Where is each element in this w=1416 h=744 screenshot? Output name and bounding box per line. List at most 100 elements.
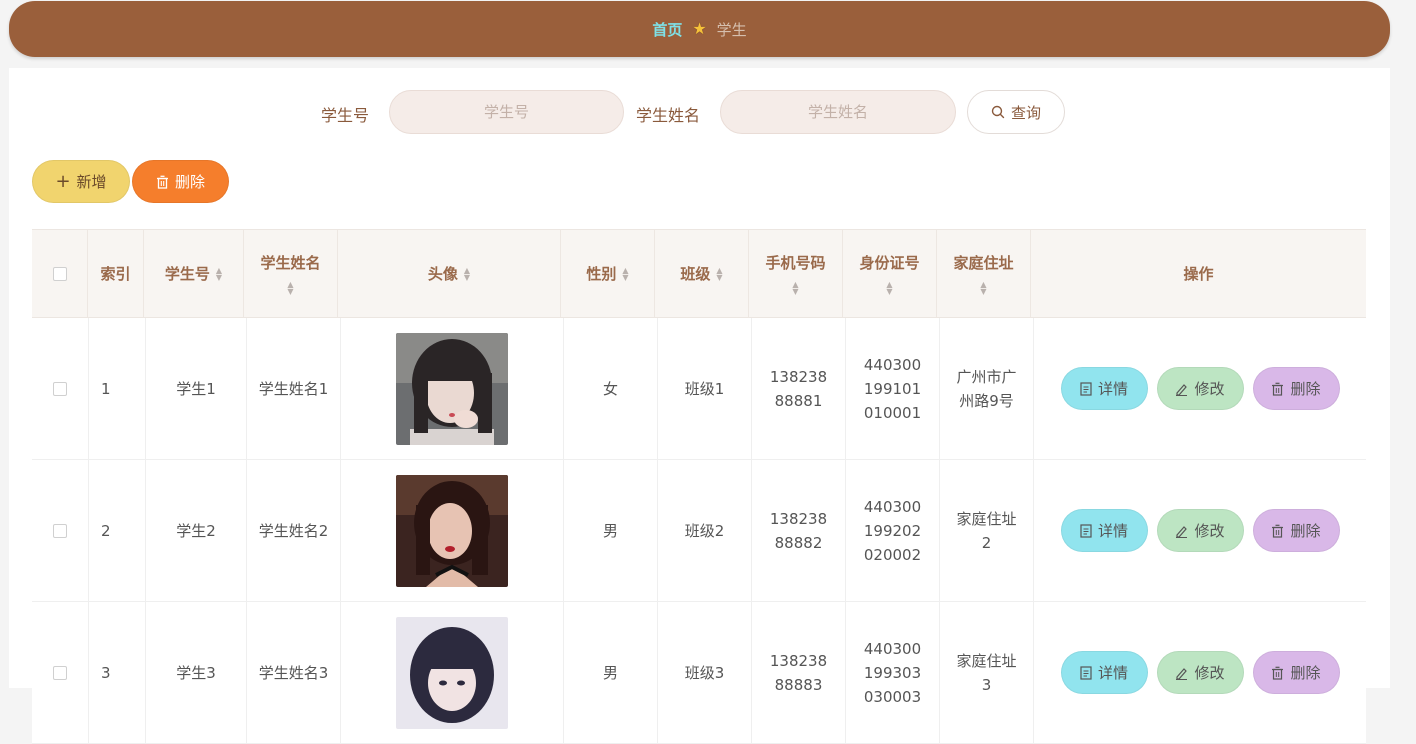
cell-phone: 13823888882	[752, 460, 846, 601]
document-icon	[1080, 523, 1092, 538]
cell-id-card: 440300199202020002	[846, 460, 940, 601]
header-phone-label: 手机号码	[765, 254, 826, 272]
edit-label: 修改	[1194, 663, 1225, 682]
main-panel: 学生号 学生姓名 查询 + 新增 删除	[9, 68, 1390, 744]
student-name-text: 学生姓名2	[258, 521, 329, 540]
header-student-name[interactable]: 学生姓名 ▲ ▼	[244, 230, 338, 317]
edit-button[interactable]: 修改	[1156, 367, 1244, 410]
student-name-input[interactable]	[720, 90, 956, 134]
sort-icon[interactable]: ▲ ▼	[792, 281, 798, 296]
cell-id-card: 440300199303030003	[846, 602, 940, 743]
cell-class: 班级3	[658, 602, 752, 743]
header-index-label: 索引	[100, 265, 131, 283]
detail-button[interactable]: 详情	[1060, 651, 1148, 694]
batch-delete-button[interactable]: 删除	[132, 160, 229, 203]
sort-icon[interactable]: ▲ ▼	[716, 266, 722, 281]
cell-avatar	[341, 318, 564, 459]
header-avatar-label: 头像	[427, 265, 458, 283]
student-no-input[interactable]	[389, 90, 624, 134]
table-row: 1 学生1 学生姓名1 女 班级1 13823888881 4403001991…	[32, 318, 1366, 460]
row-select	[32, 460, 89, 601]
cell-id-card: 440300199101010001	[846, 318, 940, 459]
cell-avatar	[341, 460, 564, 601]
header-gender-label: 性别	[586, 265, 617, 283]
edit-button[interactable]: 修改	[1156, 651, 1244, 694]
cell-address: 广州市广州路9号	[940, 318, 1034, 459]
query-button[interactable]: 查询	[967, 90, 1065, 134]
plus-icon: +	[55, 170, 71, 192]
cell-student-name: 学生姓名2	[247, 460, 341, 601]
detail-label: 详情	[1097, 379, 1128, 398]
row-checkbox[interactable]	[53, 665, 67, 680]
star-icon: ★	[692, 19, 707, 38]
detail-button[interactable]: 详情	[1060, 367, 1148, 410]
header-student-no[interactable]: 学生号 ▲ ▼	[144, 230, 244, 317]
sort-icon[interactable]: ▲ ▼	[216, 266, 222, 281]
row-checkbox[interactable]	[53, 523, 67, 538]
header-class[interactable]: 班级 ▲ ▼	[655, 230, 749, 317]
detail-label: 详情	[1097, 663, 1128, 682]
edit-button[interactable]: 修改	[1156, 509, 1244, 552]
breadcrumb-current: 学生	[716, 20, 747, 39]
cell-class: 班级2	[658, 460, 752, 601]
add-button[interactable]: + 新增	[32, 160, 130, 203]
cell-class: 班级1	[658, 318, 752, 459]
sort-icon[interactable]: ▲ ▼	[464, 266, 470, 281]
batch-delete-label: 删除	[174, 173, 205, 191]
table-header: 索引 学生号 ▲ ▼ 学生姓名 ▲ ▼ 头像 ▲ ▼ 性别 ▲ ▼ 班级 ▲ ▼…	[32, 229, 1366, 318]
id-card-text: 440300199101010001	[863, 355, 922, 422]
delete-button[interactable]: 删除	[1252, 651, 1340, 694]
student-name-label: 学生姓名	[636, 106, 701, 125]
delete-label: 删除	[1290, 521, 1321, 540]
delete-button[interactable]: 删除	[1252, 509, 1340, 552]
table-row: 3 学生3 学生姓名3 男 班级3 13823888883 4403001993…	[32, 602, 1366, 744]
breadcrumb: 首页 ★ 学生	[9, 1, 1390, 57]
phone-text: 13823888883	[769, 651, 828, 694]
add-label: 新增	[76, 173, 107, 191]
detail-button[interactable]: 详情	[1060, 509, 1148, 552]
pencil-icon	[1176, 383, 1188, 396]
sort-icon[interactable]: ▲ ▼	[886, 281, 892, 296]
sort-icon[interactable]: ▲ ▼	[622, 266, 628, 281]
sort-icon[interactable]: ▲ ▼	[980, 281, 986, 296]
cell-address: 家庭住址2	[940, 460, 1034, 601]
avatar[interactable]	[396, 332, 508, 445]
address-text: 家庭住址3	[956, 651, 1017, 694]
search-bar: 学生号 学生姓名 查询	[9, 90, 1390, 136]
cell-index: 2	[89, 460, 146, 601]
avatar[interactable]	[396, 616, 508, 729]
sort-icon[interactable]: ▲ ▼	[287, 281, 293, 296]
id-card-text: 440300199202020002	[863, 497, 922, 564]
trash-icon	[1272, 524, 1284, 538]
header-select-all	[32, 230, 88, 317]
delete-button[interactable]: 删除	[1252, 367, 1340, 410]
cell-avatar	[341, 602, 564, 743]
cell-student-no: 学生1	[146, 318, 247, 459]
cell-student-name: 学生姓名3	[247, 602, 341, 743]
breadcrumb-home-link[interactable]: 首页	[652, 19, 682, 40]
header-address[interactable]: 家庭住址 ▲ ▼	[937, 230, 1031, 317]
student-no-label: 学生号	[321, 106, 370, 125]
id-card-text: 440300199303030003	[863, 639, 922, 706]
cell-student-no: 学生3	[146, 602, 247, 743]
cell-gender: 男	[564, 602, 658, 743]
select-all-checkbox[interactable]	[52, 266, 67, 281]
student-name-text: 学生姓名1	[258, 379, 329, 398]
cell-actions: 详情 修改 删除	[1034, 318, 1366, 459]
pencil-icon	[1176, 525, 1188, 538]
cell-address: 家庭住址3	[940, 602, 1034, 743]
header-id-card[interactable]: 身份证号 ▲ ▼	[843, 230, 937, 317]
detail-label: 详情	[1097, 521, 1128, 540]
header-phone[interactable]: 手机号码 ▲ ▼	[749, 230, 843, 317]
avatar[interactable]	[396, 474, 508, 587]
cell-actions: 详情 修改 删除	[1034, 460, 1366, 601]
row-select	[32, 602, 89, 743]
row-select	[32, 318, 89, 459]
row-checkbox[interactable]	[53, 381, 67, 396]
header-avatar[interactable]: 头像 ▲ ▼	[338, 230, 561, 317]
header-gender[interactable]: 性别 ▲ ▼	[561, 230, 655, 317]
search-icon	[991, 105, 1005, 119]
cell-student-name: 学生姓名1	[247, 318, 341, 459]
cell-index: 3	[89, 602, 146, 743]
table-body: 1 学生1 学生姓名1 女 班级1 13823888881 4403001991…	[32, 318, 1366, 744]
